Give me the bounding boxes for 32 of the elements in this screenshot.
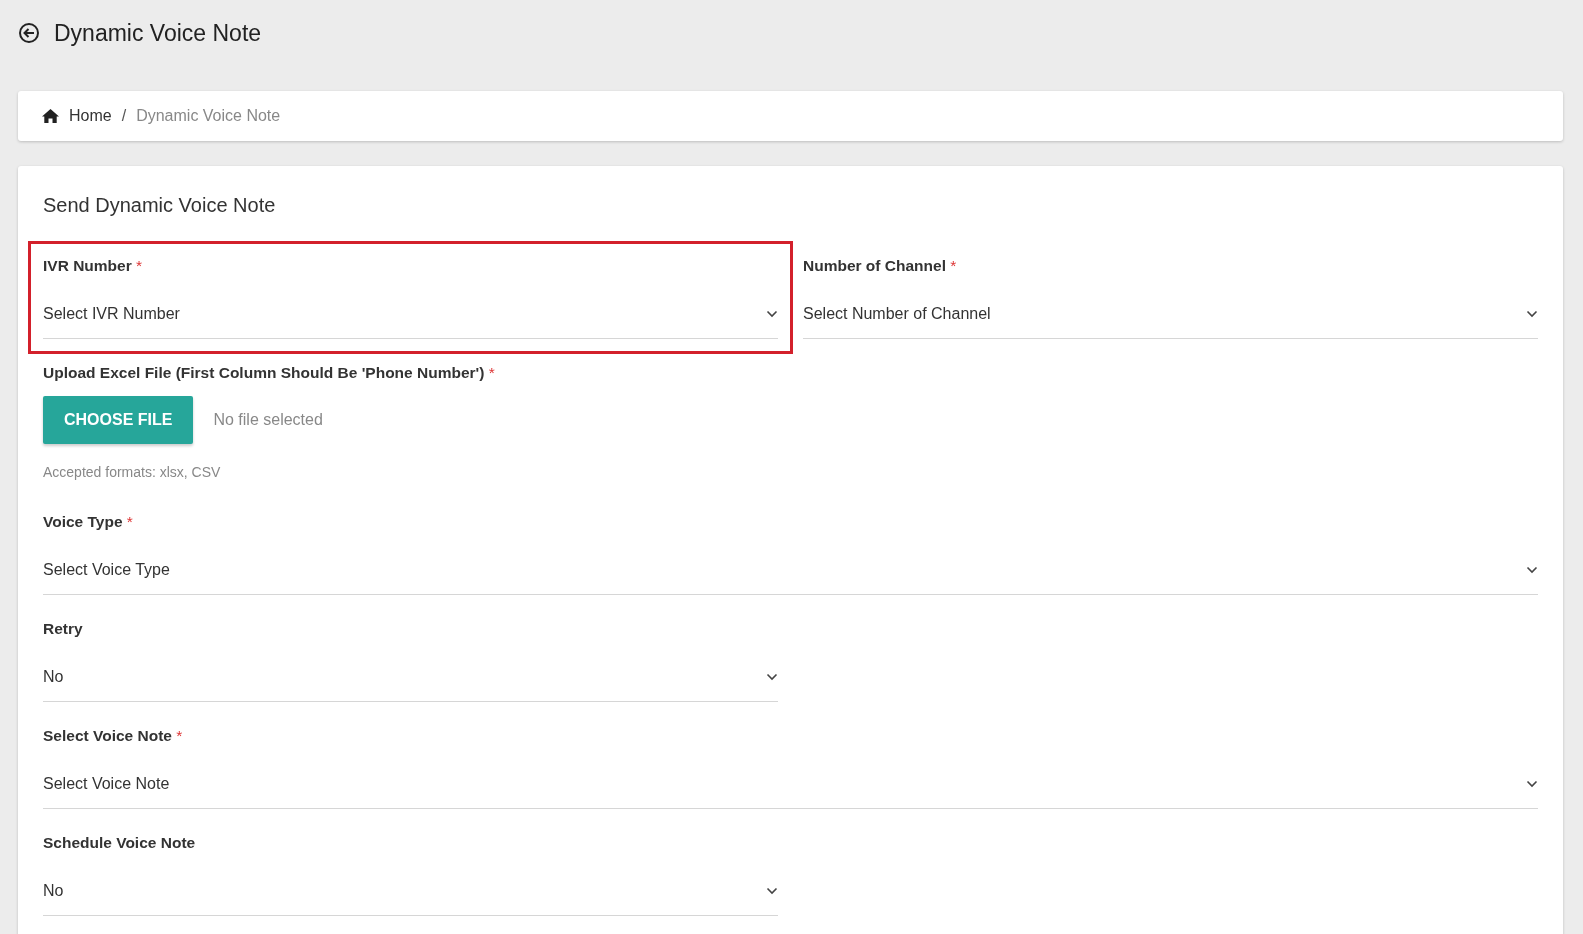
chevron-down-icon [766,673,778,681]
chevron-down-icon [1526,566,1538,574]
required-asterisk: * [126,513,133,530]
file-status: No file selected [213,411,323,429]
required-asterisk: * [950,257,957,274]
field-label: Schedule Voice Note [43,834,196,851]
field-label: Number of Channel [803,257,946,274]
field-label: Upload Excel File (First Column Should Be 'Phone Number') [43,364,485,381]
format-hint: Accepted formats: xlsx, CSV [43,464,222,480]
page-title: Dynamic Voice Note [54,19,262,47]
select-field[interactable]: Select IVR Number [43,290,778,339]
breadcrumb-link[interactable]: Home [69,107,112,125]
home-icon [42,109,59,123]
chevron-down-icon [766,887,778,895]
select-field[interactable]: No [43,867,778,916]
field-label: Retry [43,620,83,637]
required-asterisk: * [488,364,495,381]
select-field[interactable]: Select Voice Type [43,546,1538,595]
select-field[interactable]: No [43,653,778,702]
chevron-down-icon [766,310,778,318]
field-label: Select Voice Note [43,727,172,744]
required-asterisk: * [176,727,183,744]
select-field[interactable]: Select Voice Note [43,760,1538,809]
breadcrumb-separator: / [121,107,127,125]
select-field[interactable]: Select Number of Channel [803,290,1538,339]
back-icon[interactable] [18,22,40,44]
chevron-down-icon [1526,780,1538,788]
field-label: Voice Type [43,513,123,530]
form-title: Send Dynamic Voice Note [43,194,277,217]
field-label: IVR Number [43,257,132,274]
chevron-down-icon [1526,310,1538,318]
required-asterisk: * [136,257,143,274]
